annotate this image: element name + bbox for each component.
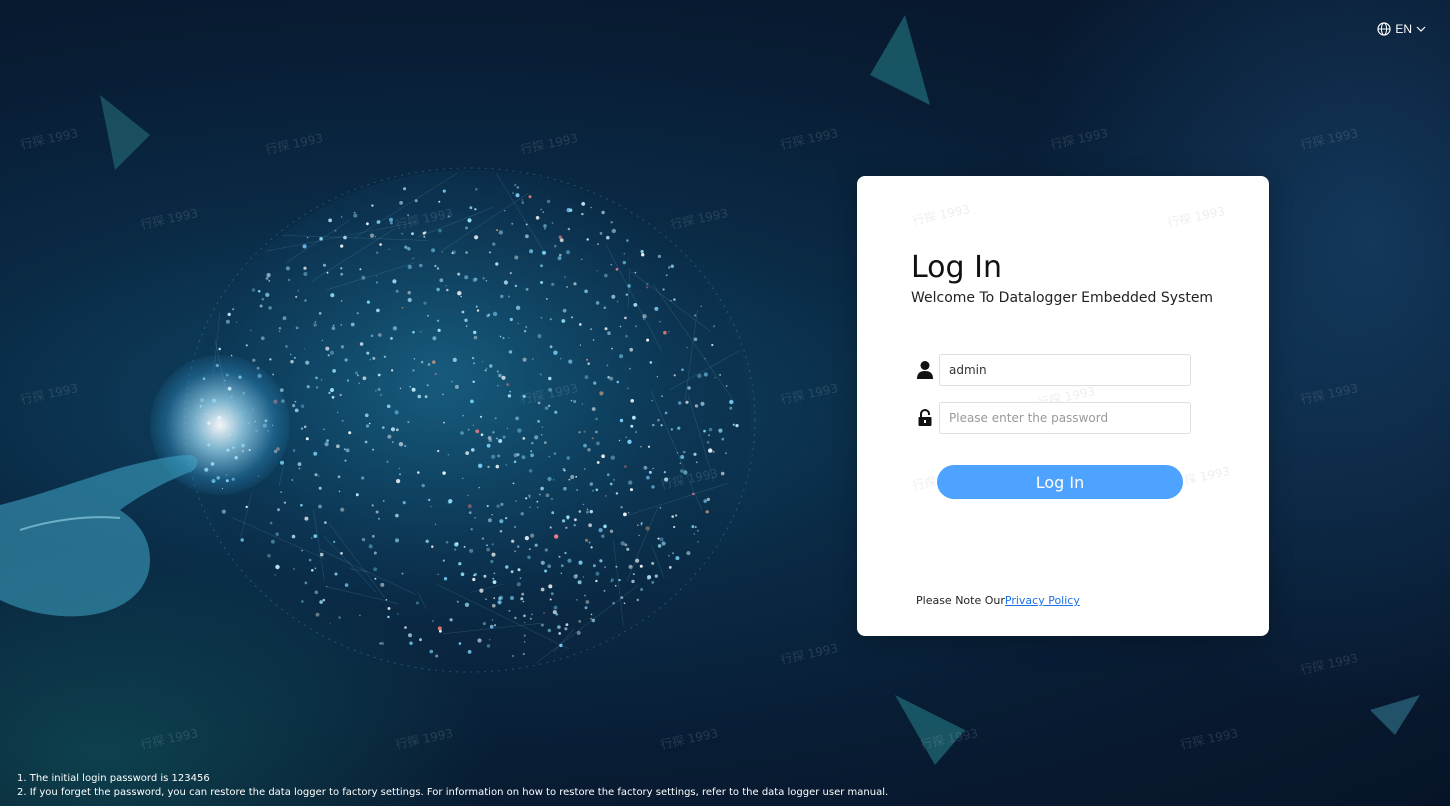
- language-switch[interactable]: EN: [1377, 22, 1426, 36]
- watermark: 行探 1993: [19, 126, 80, 152]
- globe-icon: [1377, 22, 1391, 36]
- privacy-policy-link[interactable]: Privacy Policy: [1005, 594, 1080, 607]
- chevron-down-icon: [1416, 25, 1426, 33]
- password-row: [915, 401, 1191, 435]
- login-page: 行探 1993 行探 1993 行探 1993 行探 1993 行探 1993 行探 19…: [0, 0, 1450, 806]
- footer-notes: 1. The initial login password is 123456 …: [17, 772, 888, 800]
- decorative-shard: [895, 695, 965, 765]
- username-input[interactable]: [939, 354, 1191, 386]
- login-card: 行探 1993 行探 1993 行探 1993 行探 1993 行探 1993 …: [857, 176, 1269, 636]
- hand-illustration: [0, 455, 198, 617]
- privacy-prefix: Please Note Our: [916, 594, 1005, 607]
- decorative-shard: [1370, 695, 1420, 735]
- username-row: [915, 353, 1191, 387]
- watermark: 行探 1993: [19, 381, 80, 407]
- watermark: 行探 1993: [659, 726, 720, 752]
- watermark: 行探 1993: [911, 202, 972, 228]
- watermark: 行探 1993: [779, 126, 840, 152]
- privacy-note: Please Note OurPrivacy Policy: [916, 594, 1080, 607]
- user-icon: [915, 360, 935, 380]
- footer-note: 2. If you forget the password, you can r…: [17, 787, 889, 798]
- page-title: Log In: [911, 250, 1002, 285]
- decorative-shard: [870, 15, 930, 105]
- page-subtitle: Welcome To Datalogger Embedded System: [911, 290, 1214, 306]
- language-label: EN: [1395, 22, 1412, 36]
- footer-note: 1. The initial login password is 123456: [17, 773, 210, 784]
- login-button[interactable]: Log In: [937, 465, 1183, 499]
- watermark: 行探 1993: [1166, 204, 1227, 230]
- password-input[interactable]: [939, 402, 1191, 434]
- lock-icon: [915, 408, 935, 428]
